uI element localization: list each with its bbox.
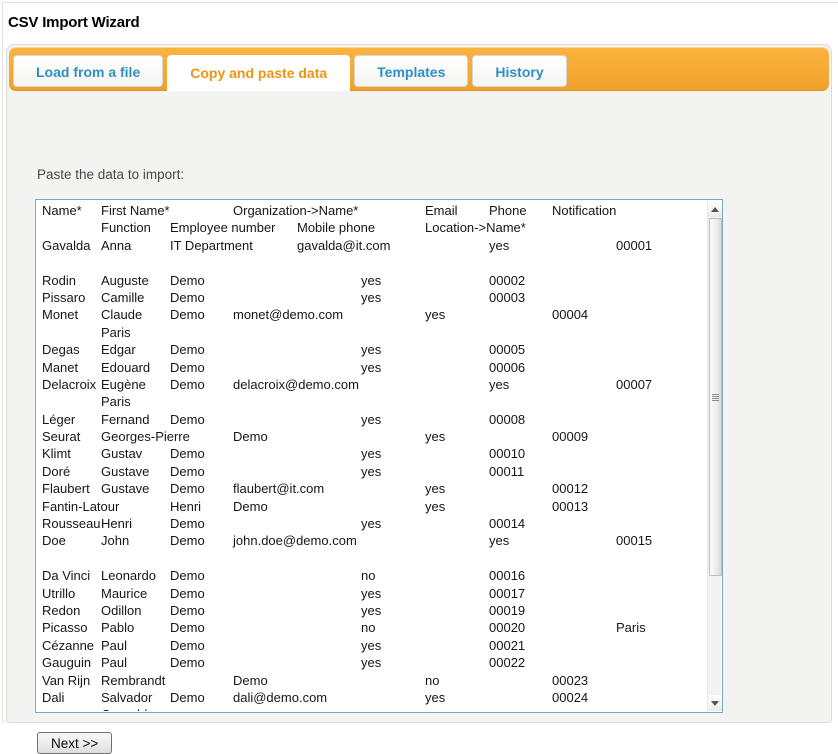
tab-load-from-a-file[interactable]: Load from a file (13, 55, 163, 87)
textarea-line: DoréGustaveDemoyes00011 (37, 464, 707, 481)
scrollbar-down-button[interactable] (708, 695, 722, 711)
scrollbar[interactable] (707, 201, 721, 711)
textarea-line: CézannePaulDemoyes00021 (37, 638, 707, 655)
tab-copy-and-paste-data[interactable]: Copy and paste data (167, 55, 350, 91)
textarea-line: Grenoble (37, 707, 707, 711)
textarea-line: SeuratGeorges-PierreDemoyes00009 (37, 429, 707, 446)
textarea-line: Da VinciLeonardoDemono00016 (37, 568, 707, 585)
textarea-line (37, 255, 707, 272)
scrollbar-thumb[interactable] (709, 218, 722, 576)
tab-history[interactable]: History (472, 55, 566, 87)
textarea-line: GauguinPaulDemoyes00022 (37, 655, 707, 672)
textarea-line: GavaldaAnnaIT Departmentgavalda@it.comye… (37, 238, 707, 255)
down-arrow-icon (711, 701, 719, 706)
textarea-line: UtrilloMauriceDemoyes00017 (37, 586, 707, 603)
textarea-line (37, 551, 707, 568)
page-title: CSV Import Wizard (8, 14, 139, 31)
textarea-line: RousseauHenriDemoyes00014 (37, 516, 707, 533)
textarea-line: FunctionEmployee numberMobile phoneLocat… (37, 220, 707, 237)
content-panel: Load from a fileCopy and paste dataTempl… (6, 44, 832, 723)
textarea-line: DoeJohnDemojohn.doe@demo.comyes00015 (37, 533, 707, 550)
paste-textarea-content: Name*First Name*Organization->Name*Email… (37, 200, 707, 711)
textarea-line: DegasEdgarDemoyes00005 (37, 342, 707, 359)
textarea-line: LégerFernandDemoyes00008 (37, 412, 707, 429)
tab-strip: Load from a fileCopy and paste dataTempl… (9, 47, 829, 91)
up-arrow-icon (711, 207, 719, 212)
textarea-line: Van RijnRembrandtDemono00023 (37, 673, 707, 690)
paste-label: Paste the data to import: (37, 167, 184, 182)
textarea-line: DelacroixEugèneDemodelacroix@demo.comyes… (37, 377, 707, 394)
textarea-line: RedonOdillonDemoyes00019 (37, 603, 707, 620)
textarea-line: Paris (37, 394, 707, 411)
textarea-line: DaliSalvadorDemodali@demo.comyes00024 (37, 690, 707, 707)
tab-templates[interactable]: Templates (354, 55, 468, 87)
textarea-line: PissaroCamilleDemoyes00003 (37, 290, 707, 307)
textarea-line: RodinAugusteDemoyes00002 (37, 273, 707, 290)
top-divider (2, 2, 838, 3)
textarea-line: Name*First Name*Organization->Name*Email… (37, 203, 707, 220)
textarea-line: PicassoPabloDemono00020Paris (37, 620, 707, 637)
paste-textarea[interactable]: Name*First Name*Organization->Name*Email… (35, 199, 723, 713)
left-divider (2, 2, 3, 723)
textarea-line: FlaubertGustaveDemoflaubert@it.comyes000… (37, 481, 707, 498)
textarea-line: ManetEdouardDemoyes00006 (37, 360, 707, 377)
textarea-line: Fantin-LatourHenriDemoyes00013 (37, 499, 707, 516)
textarea-line: KlimtGustavDemoyes00010 (37, 446, 707, 463)
thumb-grip-icon (712, 394, 719, 401)
textarea-line: Paris (37, 325, 707, 342)
next-button[interactable]: Next >> (37, 732, 112, 754)
scrollbar-up-button[interactable] (708, 201, 722, 217)
textarea-line: MonetClaudeDemomonet@demo.comyes00004 (37, 307, 707, 324)
